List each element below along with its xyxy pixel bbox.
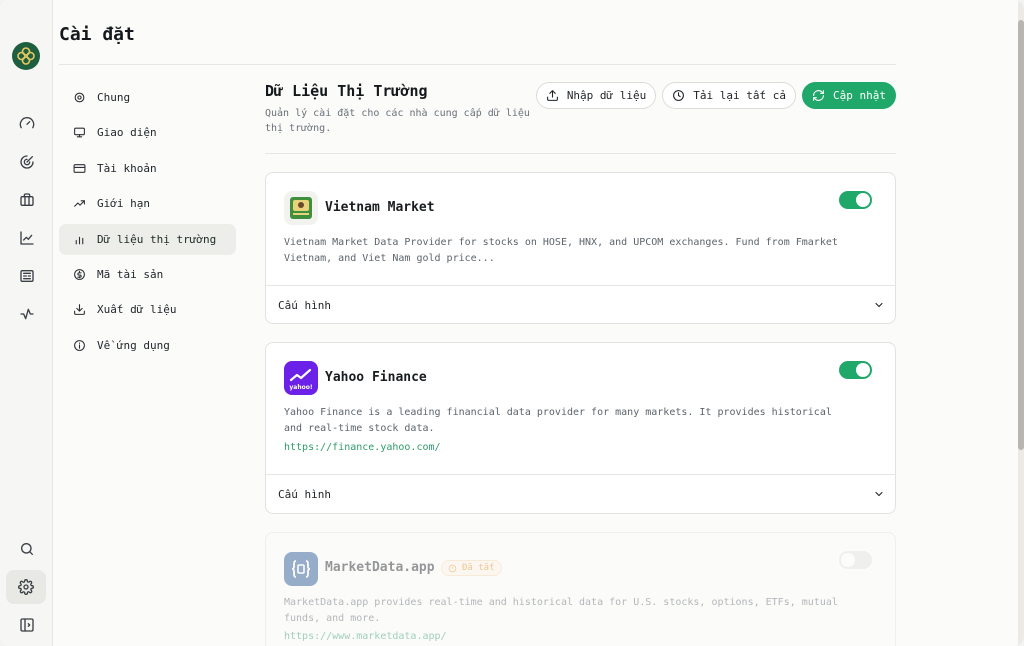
- marketdata-logo: [284, 552, 318, 586]
- nav-item-market-data[interactable]: Dữ liệu thị trường: [59, 223, 236, 255]
- rail-activity[interactable]: [8, 297, 46, 331]
- gauge-icon: [19, 117, 35, 129]
- yahoo-logo-wordmark: yahoo!: [289, 384, 312, 391]
- sidebar-toggle-icon: [20, 618, 34, 632]
- vietnam-market-logo: [284, 191, 318, 225]
- provider-card-yahoo-finance: yahoo! Yahoo Finance Yahoo Finance is a …: [265, 342, 896, 514]
- provider-description: Vietnam Market Data Provider for stocks …: [284, 237, 838, 264]
- nav-item-export-data[interactable]: Xuất dữ liệu: [59, 294, 236, 325]
- reload-all-button[interactable]: Tải lại tất cả: [662, 82, 797, 109]
- page-title: Cài đặt: [59, 24, 135, 45]
- nav-item-appearance[interactable]: Giao diện: [59, 117, 236, 148]
- download-icon: [74, 304, 85, 316]
- provider-enabled-toggle[interactable]: [839, 361, 872, 379]
- nav-item-general[interactable]: Chung: [59, 82, 236, 113]
- provider-card-vietnam-market: Vietnam Market Vietnam Market Data Provi…: [265, 172, 896, 324]
- update-button[interactable]: Cập nhật: [802, 82, 896, 109]
- disabled-circle-icon: [448, 564, 457, 572]
- newspaper-icon: [20, 270, 34, 282]
- app-logo-icon: [17, 47, 35, 65]
- divider: [265, 153, 896, 154]
- page-scrollbar[interactable]: [1018, 0, 1024, 646]
- app-window: Cài đặt Chung Giao diện Tài khoản Giới h…: [0, 0, 1024, 646]
- config-label: Cấu hình: [278, 487, 331, 501]
- upload-icon: [546, 90, 558, 101]
- toggle-knob: [841, 553, 855, 567]
- nav-item-label: Chung: [97, 91, 131, 104]
- import-data-button[interactable]: Nhập dữ liệu: [535, 82, 657, 109]
- status-badge: Đã tắt: [441, 560, 502, 576]
- rail-sidebar-toggle[interactable]: [8, 608, 46, 642]
- toggle-knob: [856, 193, 870, 207]
- provider-enabled-toggle[interactable]: [839, 191, 872, 209]
- nav-item-label: Mã tài sản: [97, 267, 164, 281]
- import-data-label: Nhập dữ liệu: [566, 89, 647, 102]
- provider-description: MarketData.app provides real-time and hi…: [284, 597, 838, 624]
- provider-card-marketdata: MarketData.app Đã tắt MarketData.app pro…: [265, 532, 896, 646]
- toggle-knob: [856, 363, 870, 377]
- chevron-down-icon: [875, 302, 883, 308]
- dollar-circle-icon: [74, 269, 85, 280]
- rail-settings[interactable]: [6, 570, 46, 604]
- section-description: Quản lý cài đặt cho các nhà cung cấp dữ …: [265, 108, 530, 134]
- gear-icon: [18, 579, 34, 595]
- pulse-icon: [20, 308, 34, 320]
- line-chart-icon: [20, 231, 34, 245]
- reload-all-label: Tải lại tất cả: [693, 89, 787, 102]
- rail-dashboard[interactable]: [8, 106, 46, 140]
- provider-link[interactable]: https://www.marketdata.app/: [284, 631, 447, 642]
- nav-item-label: Về ứng dụng: [97, 338, 170, 352]
- search-icon: [21, 543, 33, 555]
- nav-item-limits[interactable]: Giới hạn: [59, 188, 236, 219]
- bar-chart-icon: [75, 236, 84, 244]
- section-header: Dữ Liệu Thị Trường Quản lý cài đặt cho c…: [265, 82, 896, 136]
- nav-item-label: Giao diện: [97, 126, 157, 140]
- nav-item-label: Giới hạn: [97, 197, 150, 211]
- section-actions: Nhập dữ liệu Tải lại tất cả Cập nhật: [535, 82, 896, 109]
- provider-config-row[interactable]: Cấu hình: [266, 285, 895, 323]
- provider-name: Yahoo Finance: [325, 370, 427, 385]
- icon-rail: [0, 0, 53, 646]
- provider-name: Vietnam Market: [325, 200, 435, 215]
- rail-portfolio[interactable]: [8, 183, 46, 217]
- rail-charts[interactable]: [8, 221, 46, 255]
- chevron-down-icon: [875, 491, 883, 497]
- monitor-icon: [74, 128, 85, 138]
- rail-news[interactable]: [8, 259, 46, 293]
- provider-name: MarketData.app: [325, 560, 435, 575]
- nav-item-asset-codes[interactable]: Mã tài sản: [59, 259, 236, 290]
- rail-performance[interactable]: [8, 145, 46, 179]
- config-label: Cấu hình: [278, 298, 331, 312]
- nav-item-label: Dữ liệu thị trường: [97, 232, 217, 246]
- trending-up-icon: [74, 200, 85, 207]
- provider-config-row[interactable]: Cấu hình: [266, 474, 895, 513]
- app-logo[interactable]: [12, 42, 40, 70]
- provider-link[interactable]: https://finance.yahoo.com/: [284, 442, 441, 453]
- target-chart-icon: [20, 155, 34, 169]
- scrollbar-thumb[interactable]: [1018, 20, 1024, 450]
- provider-enabled-toggle[interactable]: [839, 551, 872, 569]
- update-label: Cập nhật: [833, 89, 886, 102]
- status-badge-label: Đã tắt: [462, 563, 495, 573]
- divider: [59, 64, 896, 65]
- marketdata-logo-icon: [291, 560, 311, 578]
- yahoo-finance-logo-icon: yahoo!: [289, 368, 313, 391]
- credit-card-icon: [73, 163, 86, 173]
- info-icon: [74, 339, 85, 351]
- settings-nav: Chung Giao diện Tài khoản Giới hạn Dữ li…: [59, 82, 236, 365]
- vietnam-market-logo-icon: [290, 197, 312, 219]
- nav-item-account[interactable]: Tài khoản: [59, 153, 236, 184]
- gear-icon: [74, 92, 85, 103]
- briefcase-icon: [20, 193, 34, 206]
- nav-item-label: Tài khoản: [97, 161, 157, 175]
- clock-icon: [673, 90, 685, 101]
- provider-description: Yahoo Finance is a leading financial dat…: [284, 407, 832, 434]
- nav-item-about[interactable]: Về ứng dụng: [59, 330, 236, 361]
- rail-search[interactable]: [8, 532, 46, 566]
- nav-item-label: Xuất dữ liệu: [97, 303, 177, 317]
- refresh-icon: [813, 90, 824, 101]
- yahoo-finance-logo: yahoo!: [284, 361, 318, 395]
